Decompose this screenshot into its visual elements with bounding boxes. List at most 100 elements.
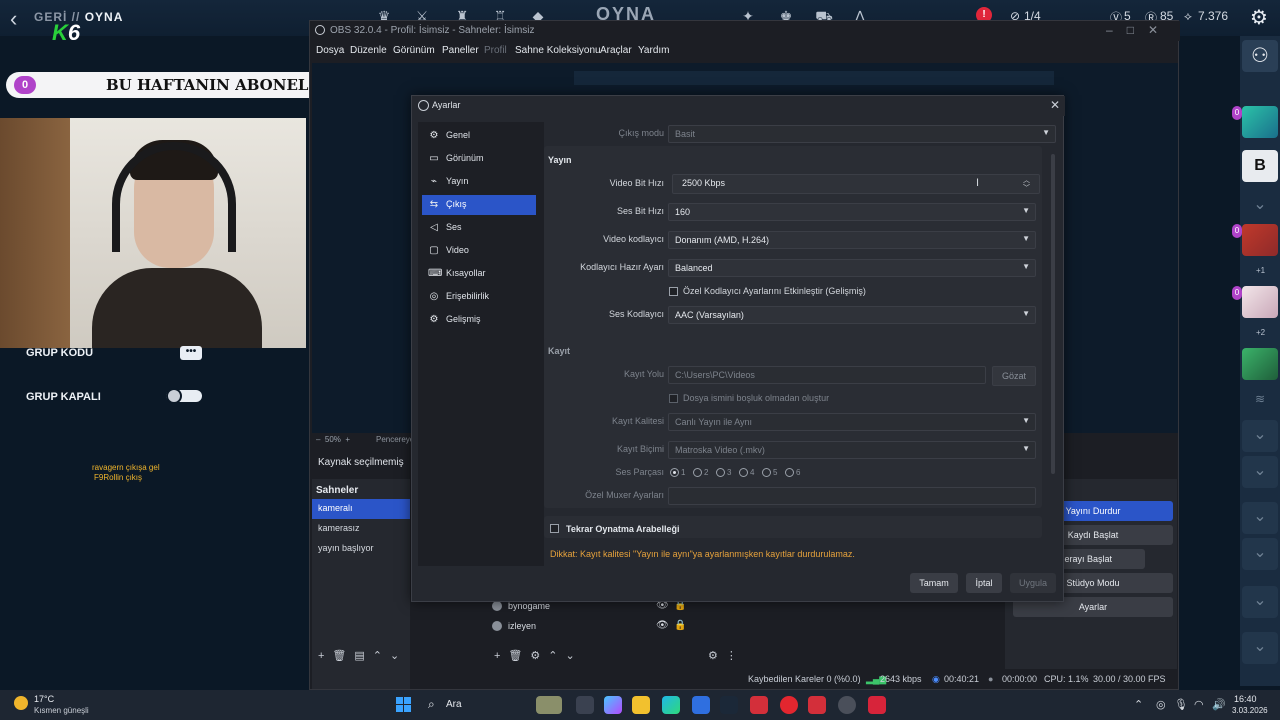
close-icon[interactable]: ✕ — [1050, 98, 1060, 112]
audio-track-radio[interactable] — [739, 468, 748, 477]
ok-button[interactable]: Tamam — [910, 573, 958, 593]
obs-taskbar-icon[interactable] — [838, 696, 856, 714]
menu-view[interactable]: Görünüm — [393, 45, 435, 56]
taskbar-widget-icon[interactable] — [536, 696, 562, 714]
back-arrow-icon[interactable]: ‹ — [10, 6, 17, 32]
record-format-select[interactable]: Matroska Video (.mkv) ▼ — [668, 441, 1036, 459]
chat-bubble-icon[interactable]: ••• — [180, 346, 202, 360]
eye-icon[interactable]: 👁 — [656, 620, 669, 631]
source-row[interactable]: izleyen 👁 🔒 — [492, 619, 692, 639]
windows-start-icon[interactable] — [396, 697, 412, 713]
menu-docks[interactable]: Paneller — [442, 45, 479, 56]
edge-icon[interactable] — [662, 696, 680, 714]
record-quality-select[interactable]: Canlı Yayın ile Aynı ▼ — [668, 413, 1036, 431]
nav-accessibility[interactable]: ◎ Erişebilirlik — [422, 287, 536, 307]
cancel-button[interactable]: İptal — [966, 573, 1002, 593]
audio-encoder-value: AAC (Varsayılan) — [675, 310, 744, 320]
nav-advanced[interactable]: ⚙ Gelişmiş — [422, 310, 536, 330]
record-path-input[interactable]: C:\Users\PC\Videos — [668, 366, 986, 384]
output-mode-select[interactable]: Basit ▼ — [668, 125, 1056, 143]
chevron-down-icon[interactable]: ⌄ — [1249, 194, 1271, 216]
zoom-fit-label[interactable]: Pencereye — [376, 435, 414, 444]
empty-slot[interactable]: ⌄ — [1242, 420, 1278, 452]
menu-tools[interactable]: Araçlar — [600, 45, 632, 56]
nav-hotkeys[interactable]: ⌨ Kısayollar — [422, 264, 536, 284]
scene-item[interactable]: kameralı — [312, 499, 410, 519]
no-space-checkbox[interactable] — [669, 394, 678, 403]
obs-logo-icon — [418, 100, 429, 111]
friends-icon[interactable]: ⚇ — [1242, 40, 1278, 72]
menu-help[interactable]: Yardım — [638, 45, 670, 56]
friend-avatar[interactable] — [1242, 106, 1278, 138]
friend-avatar[interactable] — [1242, 348, 1278, 380]
menu-scene-collection[interactable]: Sahne Koleksiyonu — [515, 45, 601, 56]
audio-bitrate-select[interactable]: 160 ▼ — [668, 203, 1036, 221]
steam-icon[interactable] — [720, 696, 738, 714]
nav-appearance[interactable]: ▭ Görünüm — [422, 149, 536, 169]
friend-badge: 0 — [1232, 224, 1242, 238]
empty-slot[interactable]: ⌄ — [1242, 456, 1278, 488]
video-bitrate-input[interactable]: 2500 Kbps ︿ ﹀ I — [672, 174, 1040, 194]
empty-slot[interactable]: ⌄ — [1242, 586, 1278, 618]
friend-avatar[interactable] — [1242, 286, 1278, 318]
app-icon[interactable] — [750, 696, 768, 714]
custom-encoder-checkbox[interactable] — [669, 287, 678, 296]
scenes-toolbar[interactable]: +🗑▤⌃⌄ — [318, 649, 407, 662]
encoder-preset-select[interactable]: Balanced ▼ — [668, 259, 1036, 277]
nav-video[interactable]: ▢ Video — [422, 241, 536, 261]
store-icon[interactable] — [692, 696, 710, 714]
windows-taskbar: 17°C Kısmen güneşli ⌕ Ara ⌃ ◎ 🎙 ◠ 🔊 16:4… — [0, 690, 1280, 720]
tray-chevron-icon[interactable]: ⌃ — [1134, 698, 1143, 711]
scene-item[interactable]: yayın başlıyor — [312, 539, 410, 559]
audio-track-radio[interactable] — [670, 468, 679, 477]
chat-message: F9Rollin çıkış — [94, 473, 143, 482]
mic-icon[interactable]: 🎙 — [1174, 698, 1188, 711]
nav-audio[interactable]: ◁ Ses — [422, 218, 536, 238]
spin-down-icon[interactable]: ﹀ — [1023, 183, 1030, 193]
menu-edit[interactable]: Düzenle — [350, 45, 387, 56]
friend-avatar[interactable] — [1242, 224, 1278, 256]
search-label[interactable]: Ara — [446, 699, 462, 710]
empty-slot[interactable]: ⌄ — [1242, 632, 1278, 664]
source-row[interactable]: bynogame 👁 🔒 — [492, 599, 692, 619]
muxer-input[interactable] — [668, 487, 1036, 505]
audio-track-radio[interactable] — [693, 468, 702, 477]
tray-app-icon[interactable]: ◎ — [1156, 698, 1166, 711]
file-explorer-icon[interactable] — [632, 696, 650, 714]
taskview-icon[interactable] — [576, 696, 594, 714]
audio-track-radio[interactable] — [785, 468, 794, 477]
empty-slot[interactable]: ⌄ — [1242, 538, 1278, 570]
sources-toolbar[interactable]: +🗑⚙⌃⌄ — [494, 649, 583, 662]
lock-icon[interactable]: 🔒 — [674, 620, 686, 631]
menu-file[interactable]: Dosya — [316, 45, 344, 56]
nav-stream[interactable]: ⌁ Yayın — [422, 172, 536, 192]
chat-message: ravagern çıkışa gel — [92, 463, 160, 472]
app-icon[interactable] — [808, 696, 826, 714]
replay-buffer-checkbox[interactable] — [550, 524, 559, 533]
game-settings-gear-icon[interactable]: ⚙ — [1250, 5, 1268, 30]
friend-avatar-b[interactable]: B — [1242, 150, 1278, 182]
mixer-toolbar[interactable]: ⚙⋮ — [708, 649, 745, 662]
audio-track-radio[interactable] — [762, 468, 771, 477]
game-taskbar-icon[interactable] — [868, 696, 886, 714]
group-toggle[interactable] — [166, 388, 202, 404]
menu-profile[interactable]: Profil — [484, 45, 507, 56]
wifi-icon[interactable]: ◠ — [1194, 698, 1204, 711]
opera-icon[interactable] — [780, 696, 798, 714]
nav-output[interactable]: ⇆ Çıkış — [422, 195, 536, 215]
apply-button[interactable]: Uygula — [1010, 573, 1056, 593]
empty-slot[interactable]: ⌄ — [1242, 502, 1278, 534]
audio-encoder-select[interactable]: AAC (Varsayılan) ▼ — [668, 306, 1036, 324]
scene-item[interactable]: kamerasız — [312, 519, 410, 539]
window-controls[interactable]: –□✕ — [1106, 23, 1172, 37]
copilot-icon[interactable] — [604, 696, 622, 714]
search-icon[interactable]: ⌕ — [428, 697, 435, 712]
clock-date[interactable]: 3.03.2026 — [1232, 706, 1268, 715]
browse-button[interactable]: Gözat — [992, 366, 1036, 386]
nav-general[interactable]: ⚙ Genel — [422, 126, 536, 146]
volume-icon[interactable]: 🔊 — [1212, 698, 1226, 711]
settings-scrollbar[interactable] — [1051, 154, 1055, 474]
clock-time[interactable]: 16:40 — [1234, 694, 1257, 704]
video-encoder-select[interactable]: Donanım (AMD, H.264) ▼ — [668, 231, 1036, 249]
audio-track-radio[interactable] — [716, 468, 725, 477]
